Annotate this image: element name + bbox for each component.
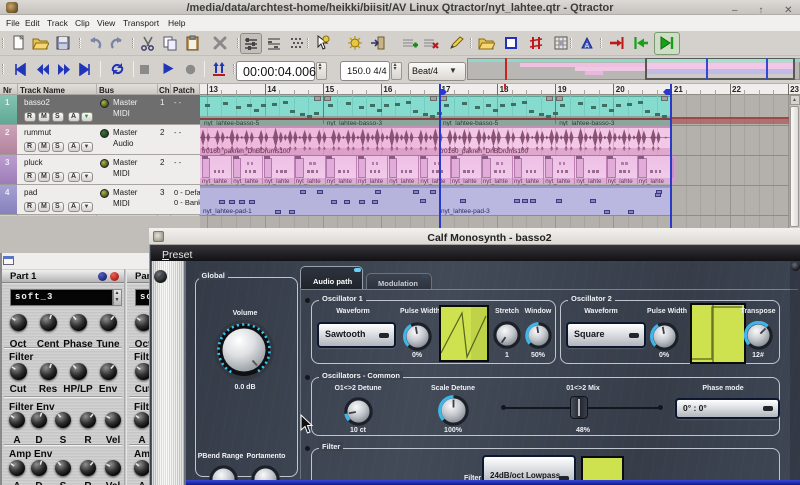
svg-text:A: A <box>585 43 590 50</box>
